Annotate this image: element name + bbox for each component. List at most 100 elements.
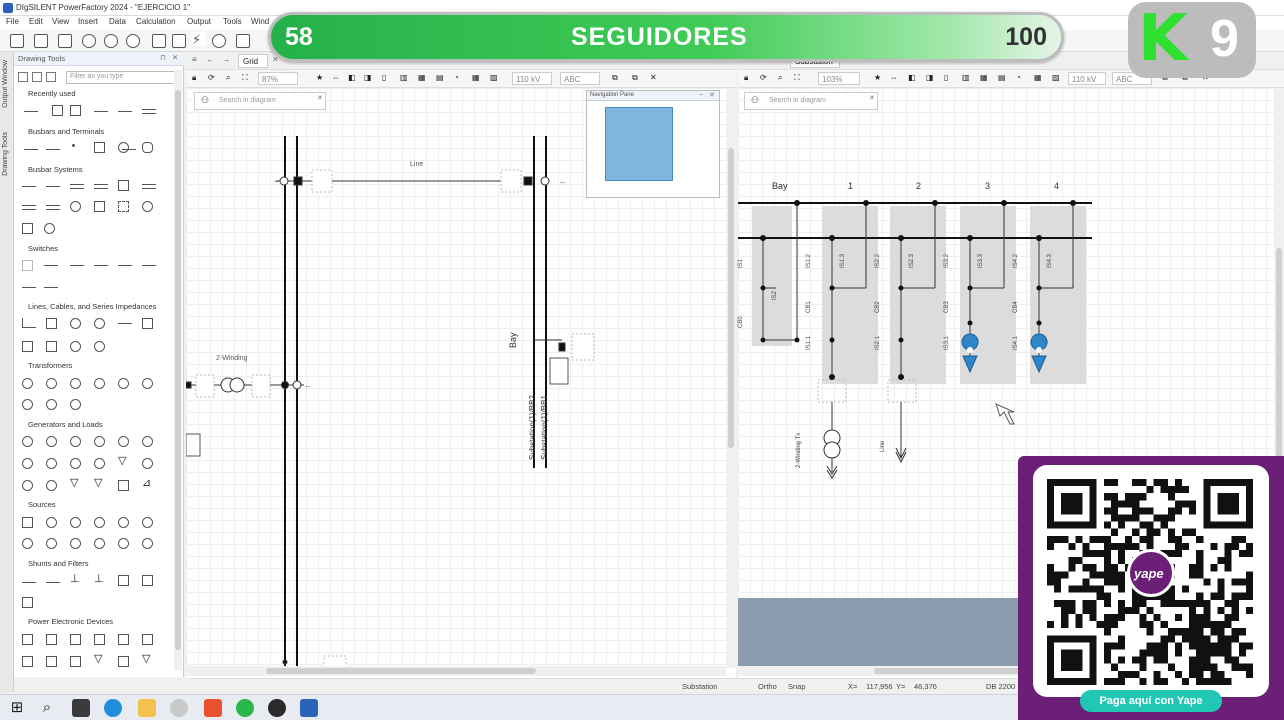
load-icon[interactable] xyxy=(46,480,57,491)
motor-icon[interactable] xyxy=(22,458,33,469)
toolbar-icon[interactable]: ▤ xyxy=(436,73,444,82)
converter-icon[interactable]: ▽ xyxy=(142,654,156,665)
toolbar-icon[interactable] xyxy=(152,34,166,48)
source-icon[interactable] xyxy=(46,538,57,549)
toolbar-icon[interactable]: ▯ xyxy=(944,73,948,82)
drawing-tools-scrollbar[interactable] xyxy=(174,70,182,670)
terminal-circle-icon[interactable] xyxy=(118,142,129,153)
line-icon[interactable] xyxy=(22,318,36,328)
source-icon[interactable] xyxy=(46,517,57,528)
busbar-system-icon[interactable] xyxy=(94,201,105,212)
transformer-icon[interactable] xyxy=(70,399,81,410)
voltage-select[interactable]: 110 kV xyxy=(1068,72,1106,85)
pan-icon[interactable]: ⇔ xyxy=(332,73,340,82)
section-recently-used[interactable]: Recently used xyxy=(28,89,76,98)
transformer-icon[interactable] xyxy=(94,378,105,389)
busbar-system-icon[interactable] xyxy=(118,201,129,212)
pin-icon[interactable]: ⊓ xyxy=(160,53,166,62)
menu-window[interactable]: Wind xyxy=(251,17,269,26)
zoom-select[interactable]: 103% xyxy=(818,72,860,85)
section-busbars-terminals[interactable]: Busbars and Terminals xyxy=(28,127,104,136)
switch-icon[interactable] xyxy=(44,260,58,270)
grid-horizontal-scrollbar[interactable] xyxy=(186,666,726,676)
busbar-system-icon[interactable] xyxy=(142,181,156,191)
zoom-icon[interactable]: ⌕ xyxy=(226,73,230,83)
transformer-icon[interactable] xyxy=(22,378,33,389)
converter-icon[interactable] xyxy=(46,656,57,667)
source-icon[interactable] xyxy=(94,538,105,549)
breaker-icon[interactable] xyxy=(70,105,81,116)
toolbar-icon[interactable]: ▯ xyxy=(382,73,386,82)
voltage-select[interactable]: 110 kV xyxy=(512,72,552,85)
section-switches[interactable]: Switches xyxy=(28,244,58,253)
toolbar-icon[interactable]: ◧ xyxy=(348,73,356,82)
converter-icon[interactable] xyxy=(70,656,81,667)
toolbar-icon[interactable]: ▦ xyxy=(1034,73,1042,82)
converter-icon[interactable] xyxy=(118,634,129,645)
terminal-icon[interactable] xyxy=(94,142,105,153)
load-icon[interactable]: ▽ xyxy=(118,456,132,467)
terminal-icon[interactable] xyxy=(52,105,63,116)
converter-icon[interactable] xyxy=(46,634,57,645)
load-icon[interactable]: ▽ xyxy=(94,478,108,489)
source-icon[interactable] xyxy=(94,517,105,528)
line-icon[interactable] xyxy=(22,341,33,352)
menu-tools[interactable]: Tools xyxy=(223,17,242,26)
shunt-icon[interactable] xyxy=(22,577,36,587)
lock-icon[interactable]: 🔒︎ xyxy=(192,73,196,83)
source-icon[interactable] xyxy=(70,538,81,549)
source-icon[interactable] xyxy=(22,517,33,528)
source-icon[interactable] xyxy=(142,538,153,549)
switch-icon[interactable] xyxy=(70,260,84,270)
busbar-system-icon[interactable] xyxy=(94,181,108,191)
reactor-icon[interactable] xyxy=(142,318,153,329)
list-toggle-icon[interactable] xyxy=(32,72,42,82)
toolbar-icon[interactable]: ◨ xyxy=(926,73,934,82)
section-generators-loads[interactable]: Generators and Loads xyxy=(28,420,103,429)
toolbar-icon[interactable]: ▦ xyxy=(472,73,480,82)
source-icon[interactable] xyxy=(142,517,153,528)
filter-icon[interactable] xyxy=(118,575,129,586)
pan-icon[interactable]: ⇔ xyxy=(890,73,898,82)
switch-icon[interactable] xyxy=(22,260,33,271)
converter-icon[interactable] xyxy=(22,634,33,645)
capacitor-icon[interactable] xyxy=(118,318,132,328)
converter-icon[interactable] xyxy=(142,634,153,645)
busbar-system-icon[interactable] xyxy=(118,180,129,191)
toolbar-icon[interactable]: ▥ xyxy=(400,73,408,82)
filter-icon[interactable] xyxy=(142,575,153,586)
fit-icon[interactable]: ⛶ xyxy=(794,73,800,83)
load-icon[interactable] xyxy=(22,480,33,491)
motor-icon[interactable] xyxy=(70,458,81,469)
app-icon[interactable] xyxy=(170,699,188,717)
source-icon[interactable] xyxy=(118,538,129,549)
fit-icon[interactable]: ⛶ xyxy=(242,73,248,83)
app-icon[interactable] xyxy=(268,699,286,717)
generator-icon[interactable] xyxy=(22,436,33,447)
source-icon[interactable] xyxy=(22,538,33,549)
busbar-icon[interactable] xyxy=(94,106,108,116)
section-busbar-systems[interactable]: Busbar Systems xyxy=(28,165,83,174)
load-icon[interactable]: ⊿ xyxy=(142,478,156,489)
grid-vertical-scrollbar[interactable] xyxy=(726,88,736,668)
toolbar-icon[interactable]: ▨ xyxy=(490,73,498,82)
filter-input[interactable]: Filter as you type xyxy=(66,71,176,84)
section-lines-cables[interactable]: Lines, Cables, and Series Impedances xyxy=(28,302,156,311)
refresh-icon[interactable]: ⟳ xyxy=(208,73,215,82)
motor-icon[interactable] xyxy=(46,458,57,469)
toolbar-icon[interactable]: ◔ xyxy=(454,73,459,82)
toolbar-icon[interactable]: ▦ xyxy=(418,73,426,82)
load-icon[interactable]: ▽ xyxy=(70,478,84,489)
impedance-icon[interactable] xyxy=(94,318,105,329)
toolbar-icon[interactable] xyxy=(236,34,250,48)
view-toggle-icon[interactable] xyxy=(46,72,56,82)
menu-data[interactable]: Data xyxy=(109,17,126,26)
busbar-system-icon[interactable] xyxy=(142,201,153,212)
generator-icon[interactable] xyxy=(118,436,129,447)
filter-icon[interactable]: ⊥ xyxy=(94,574,108,585)
file-explorer-icon[interactable] xyxy=(138,699,156,717)
busbar-system-icon[interactable] xyxy=(22,223,33,234)
busbar-system-icon[interactable] xyxy=(22,202,36,212)
toolbar-icon[interactable]: ▨ xyxy=(1052,73,1060,82)
toolbar-icon[interactable] xyxy=(172,34,186,48)
